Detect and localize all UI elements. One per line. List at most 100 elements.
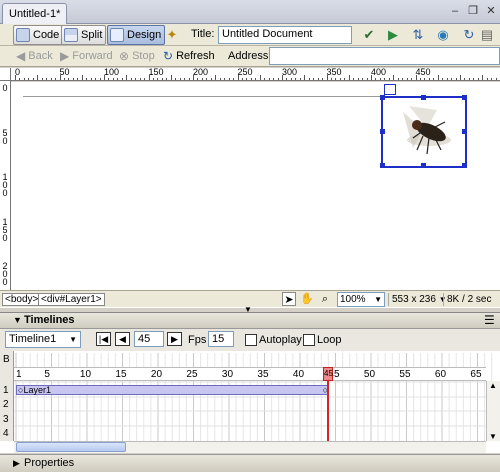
fps-label: Fps xyxy=(188,334,207,346)
address-input[interactable] xyxy=(269,47,500,65)
ruler-tick xyxy=(402,78,404,80)
ruler-tick xyxy=(255,78,257,80)
scroll-down-icon[interactable]: ▼ xyxy=(489,432,497,441)
frame-number: 35 xyxy=(257,369,269,380)
layer1-animation-bar[interactable]: ○Layer1 ○ xyxy=(16,385,328,395)
validate-markup-icon[interactable]: ✔ xyxy=(360,27,378,43)
forward-arrow-icon: ▶ xyxy=(60,49,70,63)
view-options-icon[interactable]: ▤ xyxy=(478,27,496,43)
window-size-value: 553 x 236 xyxy=(392,294,436,305)
behavior-row-label: B xyxy=(3,354,10,365)
fps-input[interactable]: 15 xyxy=(208,331,234,347)
check-browser-icon[interactable]: ▶ xyxy=(384,27,402,43)
ruler-tick xyxy=(152,78,154,80)
ruler-tick xyxy=(250,78,252,80)
ruler-label: 50 xyxy=(2,127,8,146)
ruler-tick xyxy=(41,78,43,80)
playhead-marker[interactable]: 45 xyxy=(323,367,333,381)
scroll-up-icon[interactable]: ▲ xyxy=(489,381,497,390)
ruler-tick xyxy=(326,75,328,80)
restore-icon[interactable]: ❐ xyxy=(466,5,480,18)
frame-number: 55 xyxy=(399,369,411,380)
frame-number: 65 xyxy=(470,369,482,380)
tag-selector-body[interactable]: <body> xyxy=(2,293,42,306)
frame-number: 10 xyxy=(79,369,92,380)
ruler-tick xyxy=(72,78,74,80)
ruler-tick xyxy=(268,78,270,80)
stop-button[interactable]: ⊗ Stop xyxy=(119,49,155,63)
browser-nav-bar: ◀ Back ▶ Forward ⊗ Stop ↻ Refresh Addres… xyxy=(0,46,500,67)
preview-browser-icon[interactable]: ◉ xyxy=(434,27,452,43)
ruler-tick xyxy=(348,75,350,80)
loop-label: Loop xyxy=(317,334,342,346)
minimize-icon[interactable]: – xyxy=(448,5,462,18)
stop-label: Stop xyxy=(132,50,155,62)
code-view-button[interactable]: Code xyxy=(13,25,64,45)
ruler-tick xyxy=(299,78,301,80)
current-frame-input[interactable]: 45 xyxy=(134,331,164,347)
zoom-tool-icon[interactable]: ⌕ xyxy=(318,292,332,306)
forward-button[interactable]: ▶ Forward xyxy=(60,49,113,63)
ruler-tick xyxy=(366,78,368,80)
play-frame-button[interactable]: ▶ xyxy=(167,332,182,346)
refresh-button[interactable]: ↻ Refresh xyxy=(163,49,215,63)
row-number: 4 xyxy=(3,428,9,439)
ruler-tick xyxy=(460,75,461,80)
ruler-tick xyxy=(477,78,479,80)
ruler-tick xyxy=(15,75,16,80)
rewind-button[interactable]: |◀ xyxy=(96,332,111,346)
layer-selection-handle[interactable] xyxy=(384,84,396,95)
frame-number: 40 xyxy=(292,369,305,380)
document-title-input[interactable]: Untitled Document xyxy=(218,26,352,44)
split-view-button[interactable]: Split xyxy=(61,25,107,45)
frame-number: 20 xyxy=(150,369,163,380)
design-view-button[interactable]: Design xyxy=(107,25,166,45)
properties-panel-title: Properties xyxy=(24,457,75,469)
ruler-tick xyxy=(112,78,114,80)
select-tool-icon[interactable]: ➤ xyxy=(282,292,296,306)
ruler-origin[interactable] xyxy=(0,68,11,81)
ruler-tick xyxy=(117,78,119,80)
refresh-design-icon[interactable]: ↻ xyxy=(460,27,478,43)
split-view-label: Split xyxy=(81,29,103,41)
layer1-box[interactable] xyxy=(380,95,467,168)
ruler-tick xyxy=(273,78,275,80)
document-toolbar: Code Split Design ✦ Title: Untitled Docu… xyxy=(0,24,500,46)
close-icon[interactable]: ✕ xyxy=(484,5,498,18)
ruler-tick xyxy=(317,78,319,80)
timelines-panel-header[interactable]: ▼ Timelines ☰ xyxy=(0,313,500,329)
zoom-select[interactable]: 100% ▼ xyxy=(337,292,385,307)
ruler-tick xyxy=(482,75,484,80)
document-tab[interactable]: Untitled-1* xyxy=(2,3,68,24)
design-canvas[interactable] xyxy=(11,82,500,290)
ruler-tick xyxy=(86,78,88,80)
panel-options-icon[interactable]: ☰ xyxy=(484,313,495,327)
ruler-tick xyxy=(290,78,292,80)
ruler-tick xyxy=(411,78,413,80)
live-data-icon[interactable]: ✦ xyxy=(163,27,181,43)
autoplay-checkbox[interactable] xyxy=(245,334,257,346)
ruler-label: 100 xyxy=(2,172,8,198)
ruler-tick xyxy=(90,78,92,80)
ruler-tick xyxy=(446,78,448,80)
timeline-select[interactable]: Timeline1 ▼ xyxy=(5,331,81,348)
frame-number: 1 xyxy=(16,369,22,380)
frame-number: 25 xyxy=(186,369,198,380)
back-button[interactable]: ◀ Back xyxy=(16,49,53,63)
frame-number-ruler[interactable]: 1 5 10 15 20 25 30 35 40 45 50 55 60 65 xyxy=(14,367,486,381)
ruler-tick xyxy=(215,75,217,80)
tag-selector-div[interactable]: <div#Layer1> xyxy=(38,293,105,306)
loop-checkbox[interactable] xyxy=(303,334,315,346)
hand-tool-icon[interactable]: ✋ xyxy=(300,292,314,306)
properties-panel-header[interactable]: ▶ Properties xyxy=(0,454,500,472)
ruler-tick xyxy=(19,78,21,80)
file-management-icon[interactable]: ⇅ xyxy=(409,27,427,43)
ruler-tick xyxy=(170,75,172,80)
ruler-tick xyxy=(388,78,390,80)
window-size[interactable]: 553 x 236 ▼ xyxy=(388,293,450,306)
ruler-tick xyxy=(353,78,355,80)
ruler-tick xyxy=(148,75,150,80)
horizontal-scroll-thumb[interactable] xyxy=(16,442,126,452)
back-frame-button[interactable]: ◀ xyxy=(115,332,130,346)
timeline-vertical-scrollbar[interactable]: ▲ ▼ xyxy=(486,381,500,441)
